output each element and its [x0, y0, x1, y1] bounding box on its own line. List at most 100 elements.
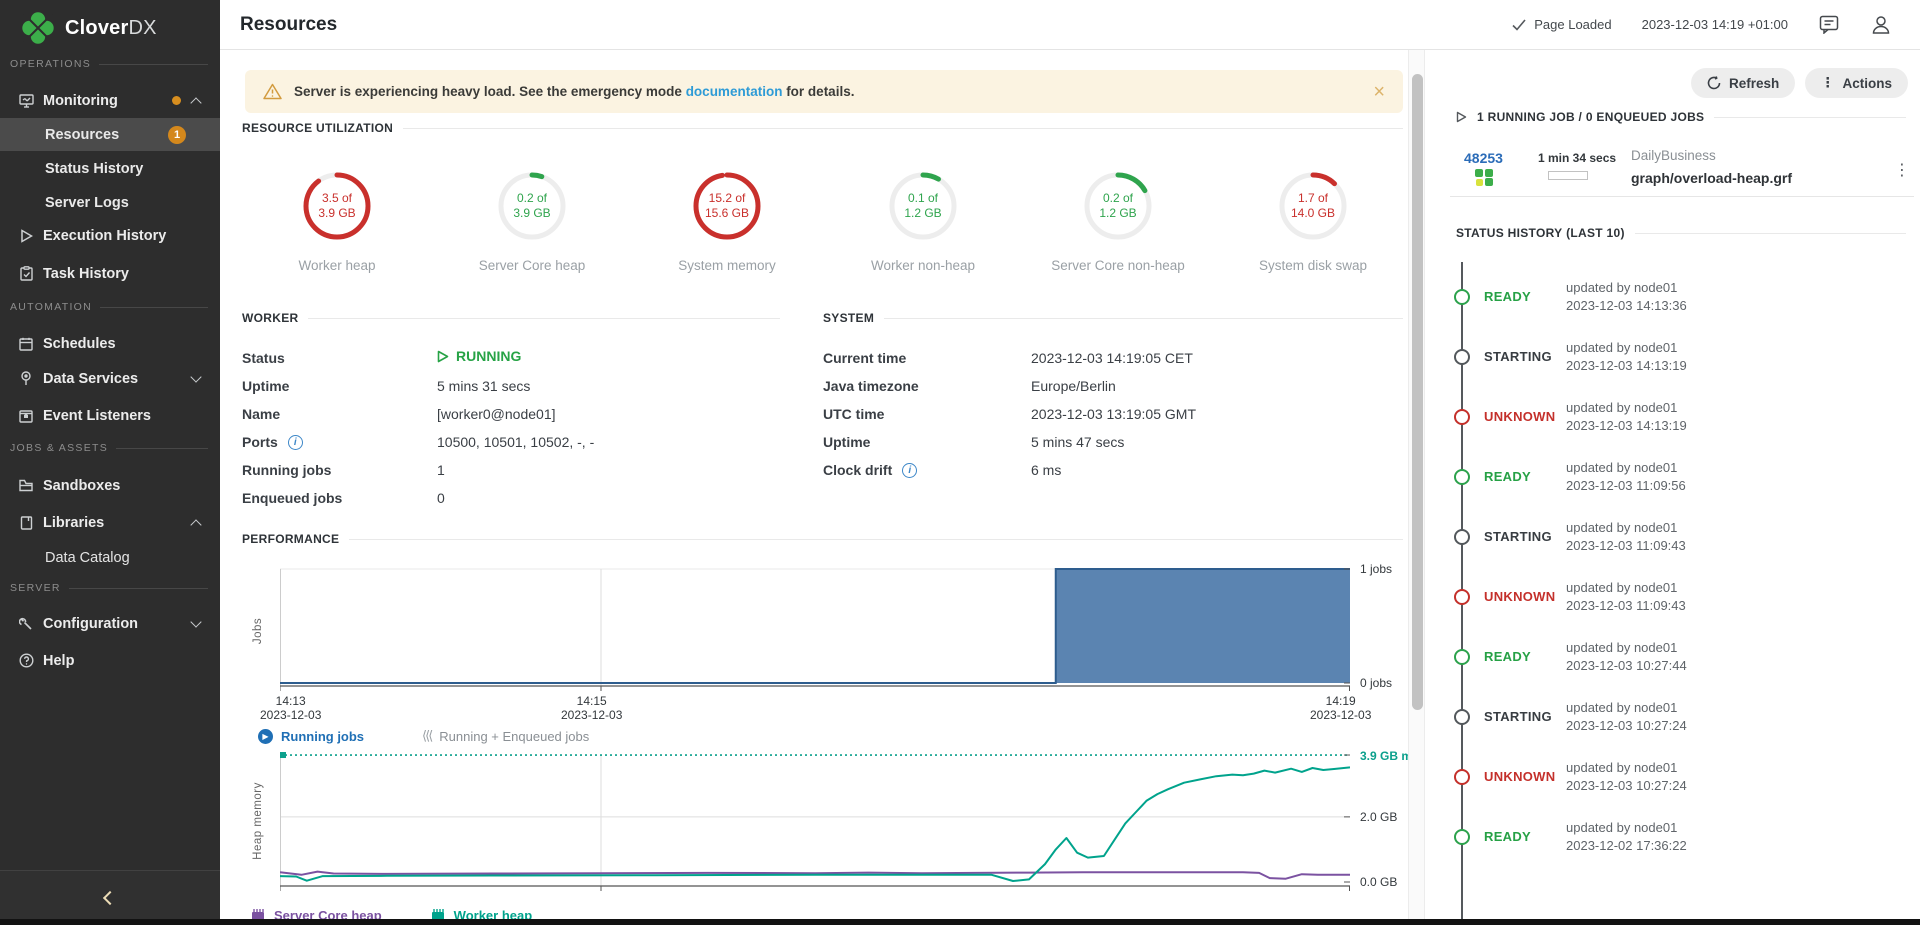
chevron-up-icon[interactable] [190, 519, 201, 530]
documentation-link[interactable]: documentation [686, 84, 783, 99]
sidebar-collapse-button[interactable] [0, 870, 220, 925]
worker-ports-value: 10500, 10501, 10502, -, - [437, 434, 594, 450]
sidebar-item-label: Event Listeners [43, 408, 151, 424]
server-timestamp: 2023-12-03 14:19 +01:00 [1642, 17, 1788, 32]
sidebar-item-help[interactable]: Help [0, 644, 220, 677]
status-dot-icon [1454, 409, 1470, 425]
sidebar-item-label: Status History [45, 161, 143, 177]
worker-running-jobs-value: 1 [437, 462, 445, 478]
check-icon [1512, 19, 1526, 31]
status-dot-icon [1454, 769, 1470, 785]
gauge-system-disk-swap: 1.7 of14.0 GB System disk swap [1238, 170, 1388, 273]
sidebar-item-schedules[interactable]: Schedules [0, 327, 220, 360]
gauge-worker-non-heap: 0.1 of1.2 GB Worker non-heap [848, 170, 998, 273]
jobs-ymin-tick: 0 jobs [1360, 676, 1392, 690]
sidebar-item-data-services[interactable]: Data Services [0, 362, 220, 395]
jobs-chart-ylabel: Jobs [252, 581, 264, 681]
sidebar-item-libraries[interactable]: Libraries [0, 506, 220, 539]
heap-chart-svg [280, 748, 1350, 893]
sidebar-item-label: Help [43, 653, 74, 669]
job-row-divider [1450, 196, 1914, 197]
chevron-down-icon[interactable] [190, 371, 201, 382]
status-label: READY [1484, 289, 1531, 304]
jobs-xtick-2: 14:152023-12-03 [561, 694, 622, 722]
gauge-system-memory: 15.2 of15.6 GB System memory [652, 170, 802, 273]
status-meta: updated by node012023-12-03 11:09:43 [1566, 519, 1686, 555]
sidebar-item-sandboxes[interactable]: Sandboxes [0, 469, 220, 502]
status-label: UNKNOWN [1484, 589, 1555, 604]
sidebar-item-label: Sandboxes [43, 478, 120, 494]
status-label: STARTING [1484, 529, 1552, 544]
clock-drift-info-icon[interactable]: i [902, 463, 917, 478]
screen-bottom-strip [0, 919, 1920, 925]
actions-button[interactable]: ⋮ Actions [1805, 68, 1908, 98]
chevron-up-icon[interactable] [190, 97, 201, 108]
status-meta: updated by node012023-12-03 11:09:56 [1566, 459, 1686, 495]
scrollbar-thumb[interactable] [1412, 74, 1423, 710]
gauge-value: 1.7 of14.0 GB [1277, 170, 1349, 242]
chevron-down-icon[interactable] [190, 616, 201, 627]
sidebar-item-label: Configuration [43, 616, 138, 632]
status-dot-icon [1454, 289, 1470, 305]
status-meta: updated by node012023-12-03 10:27:24 [1566, 699, 1687, 735]
status-meta: updated by node012023-12-03 10:27:44 [1566, 639, 1687, 675]
jobs-ymax-tick: 1 jobs [1360, 562, 1392, 576]
sidebar-item-label: Execution History [43, 228, 166, 244]
sidebar-item-label: Data Services [43, 371, 138, 387]
heap-ymax-tick: 3.9 GB m [1360, 749, 1408, 763]
status-dot-icon [1454, 829, 1470, 845]
app-logo[interactable]: CloverDX [20, 10, 157, 46]
sidebar-item-label: Data Catalog [45, 550, 130, 566]
banner-text: Server is experiencing heavy load. See t… [294, 84, 854, 99]
sidebar-item-task-history[interactable]: Task History [0, 257, 220, 290]
gauge-label: System disk swap [1238, 258, 1388, 273]
sidebar-item-execution-history[interactable]: Execution History [0, 219, 220, 252]
status-history-item: READY updated by node012023-12-03 11:09:… [1426, 459, 1920, 495]
cloverdx-app: CloverDX OPERATIONS Monitoring Resources… [0, 0, 1920, 925]
gauge-value: 15.2 of15.6 GB [691, 170, 763, 242]
refresh-button[interactable]: Refresh [1691, 68, 1795, 98]
sidebar-item-configuration[interactable]: Configuration [0, 607, 220, 640]
job-path: graph/overload-heap.grf [1631, 170, 1792, 186]
sidebar-item-resources[interactable]: Resources 1 [0, 118, 220, 151]
legend-running-jobs[interactable]: ▶Running jobs [258, 729, 364, 744]
feedback-icon[interactable] [1818, 14, 1840, 36]
sidebar-item-event-listeners[interactable]: Event Listeners [0, 399, 220, 432]
play-outline-icon [18, 228, 34, 244]
sidebar-item-label: Monitoring [43, 93, 118, 109]
event-icon [18, 408, 34, 424]
sidebar-item-data-catalog[interactable]: Data Catalog [0, 541, 220, 574]
worker-name-value: [worker0@node01] [437, 406, 556, 422]
worker-name-label: Name [242, 406, 280, 422]
system-utc-time-label: UTC time [823, 406, 884, 422]
worker-ports-label: Portsi [242, 434, 303, 450]
status-history-header: STATUS HISTORY (LAST 10) [1456, 226, 1906, 240]
status-meta: updated by node012023-12-02 17:36:22 [1566, 819, 1687, 855]
user-account-icon[interactable] [1870, 14, 1892, 36]
main-scrollbar[interactable] [1408, 50, 1425, 925]
pin-icon [18, 371, 34, 387]
worker-status-value: RUNNING [437, 348, 521, 364]
legend-enqueued-jobs[interactable]: ⟨⟨⟨Running + Enqueued jobs [422, 728, 589, 744]
system-current-time-label: Current time [823, 350, 906, 366]
sidebar-item-monitoring[interactable]: Monitoring [0, 84, 220, 117]
section-server: SERVER [10, 581, 208, 595]
ports-info-icon[interactable]: i [288, 435, 303, 450]
gauge-label: Server Core non-heap [1043, 258, 1193, 273]
folder-icon [18, 478, 34, 494]
refresh-icon [1707, 76, 1721, 90]
worker-uptime-label: Uptime [242, 378, 289, 394]
system-clock-drift-value: 6 ms [1031, 462, 1061, 478]
gauge-value: 0.2 of3.9 GB [496, 170, 568, 242]
section-jobs-assets: JOBS & ASSETS [10, 441, 208, 455]
sidebar-item-server-logs[interactable]: Server Logs [0, 186, 220, 219]
job-kebab-icon[interactable]: ⋮ [1894, 160, 1910, 180]
wrench-icon [18, 616, 34, 632]
job-id-link[interactable]: 48253 [1464, 150, 1503, 166]
kebab-icon: ⋮ [1821, 75, 1835, 91]
gauge-value: 0.1 of1.2 GB [887, 170, 959, 242]
banner-close-icon[interactable]: × [1373, 82, 1385, 102]
status-meta: updated by node012023-12-03 10:27:24 [1566, 759, 1687, 795]
sidebar-item-status-history[interactable]: Status History [0, 152, 220, 185]
graph-job-icon [1474, 168, 1496, 187]
